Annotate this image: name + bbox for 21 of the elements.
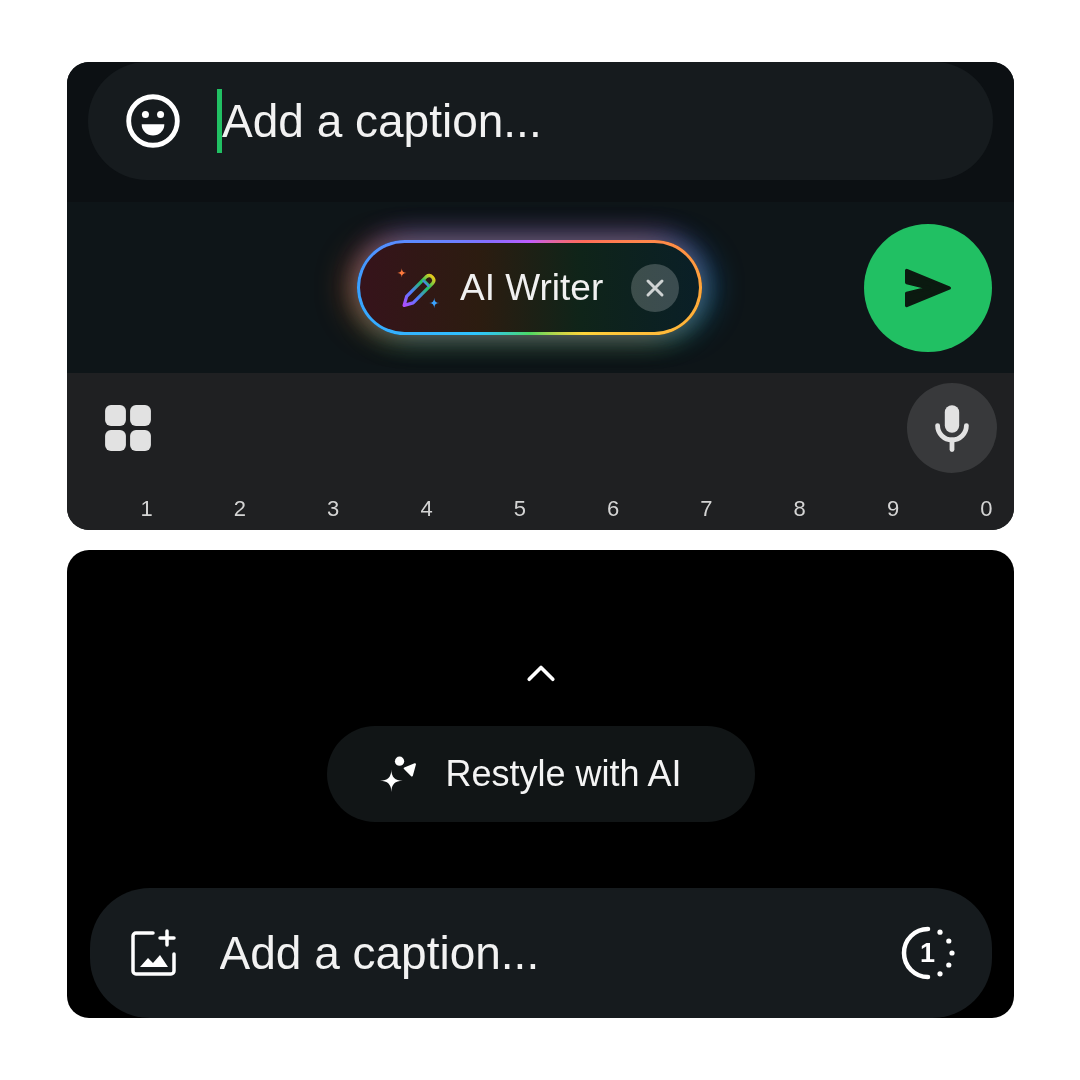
caption-input[interactable]: Add a caption... — [219, 925, 857, 981]
send-icon — [904, 267, 952, 308]
number-key[interactable]: 1 — [140, 497, 153, 521]
number-key[interactable]: 2 — [233, 497, 247, 521]
number-key[interactable]: 6 — [607, 497, 620, 521]
number-key[interactable]: 5 — [513, 497, 526, 521]
number-key[interactable]: 8 — [793, 497, 806, 521]
number-key[interactable]: 3 — [327, 497, 340, 521]
number-key[interactable]: 0 — [980, 497, 993, 521]
grid-icon[interactable] — [103, 403, 153, 453]
restyle-button[interactable]: Restyle with AI — [326, 725, 755, 822]
number-key[interactable]: 9 — [886, 497, 900, 521]
number-key[interactable]: 7 — [700, 497, 713, 521]
microphone-icon — [932, 404, 972, 452]
emoji-icon[interactable] — [126, 94, 180, 148]
close-button[interactable] — [631, 263, 679, 312]
add-image-icon[interactable] — [128, 928, 179, 978]
number-key[interactable]: 4 — [420, 497, 433, 521]
caption-field[interactable]: Add a caption... — [88, 62, 993, 180]
view-once-button[interactable]: 1 — [897, 923, 958, 983]
caption-field[interactable]: Add a caption... 1 — [89, 888, 992, 1018]
